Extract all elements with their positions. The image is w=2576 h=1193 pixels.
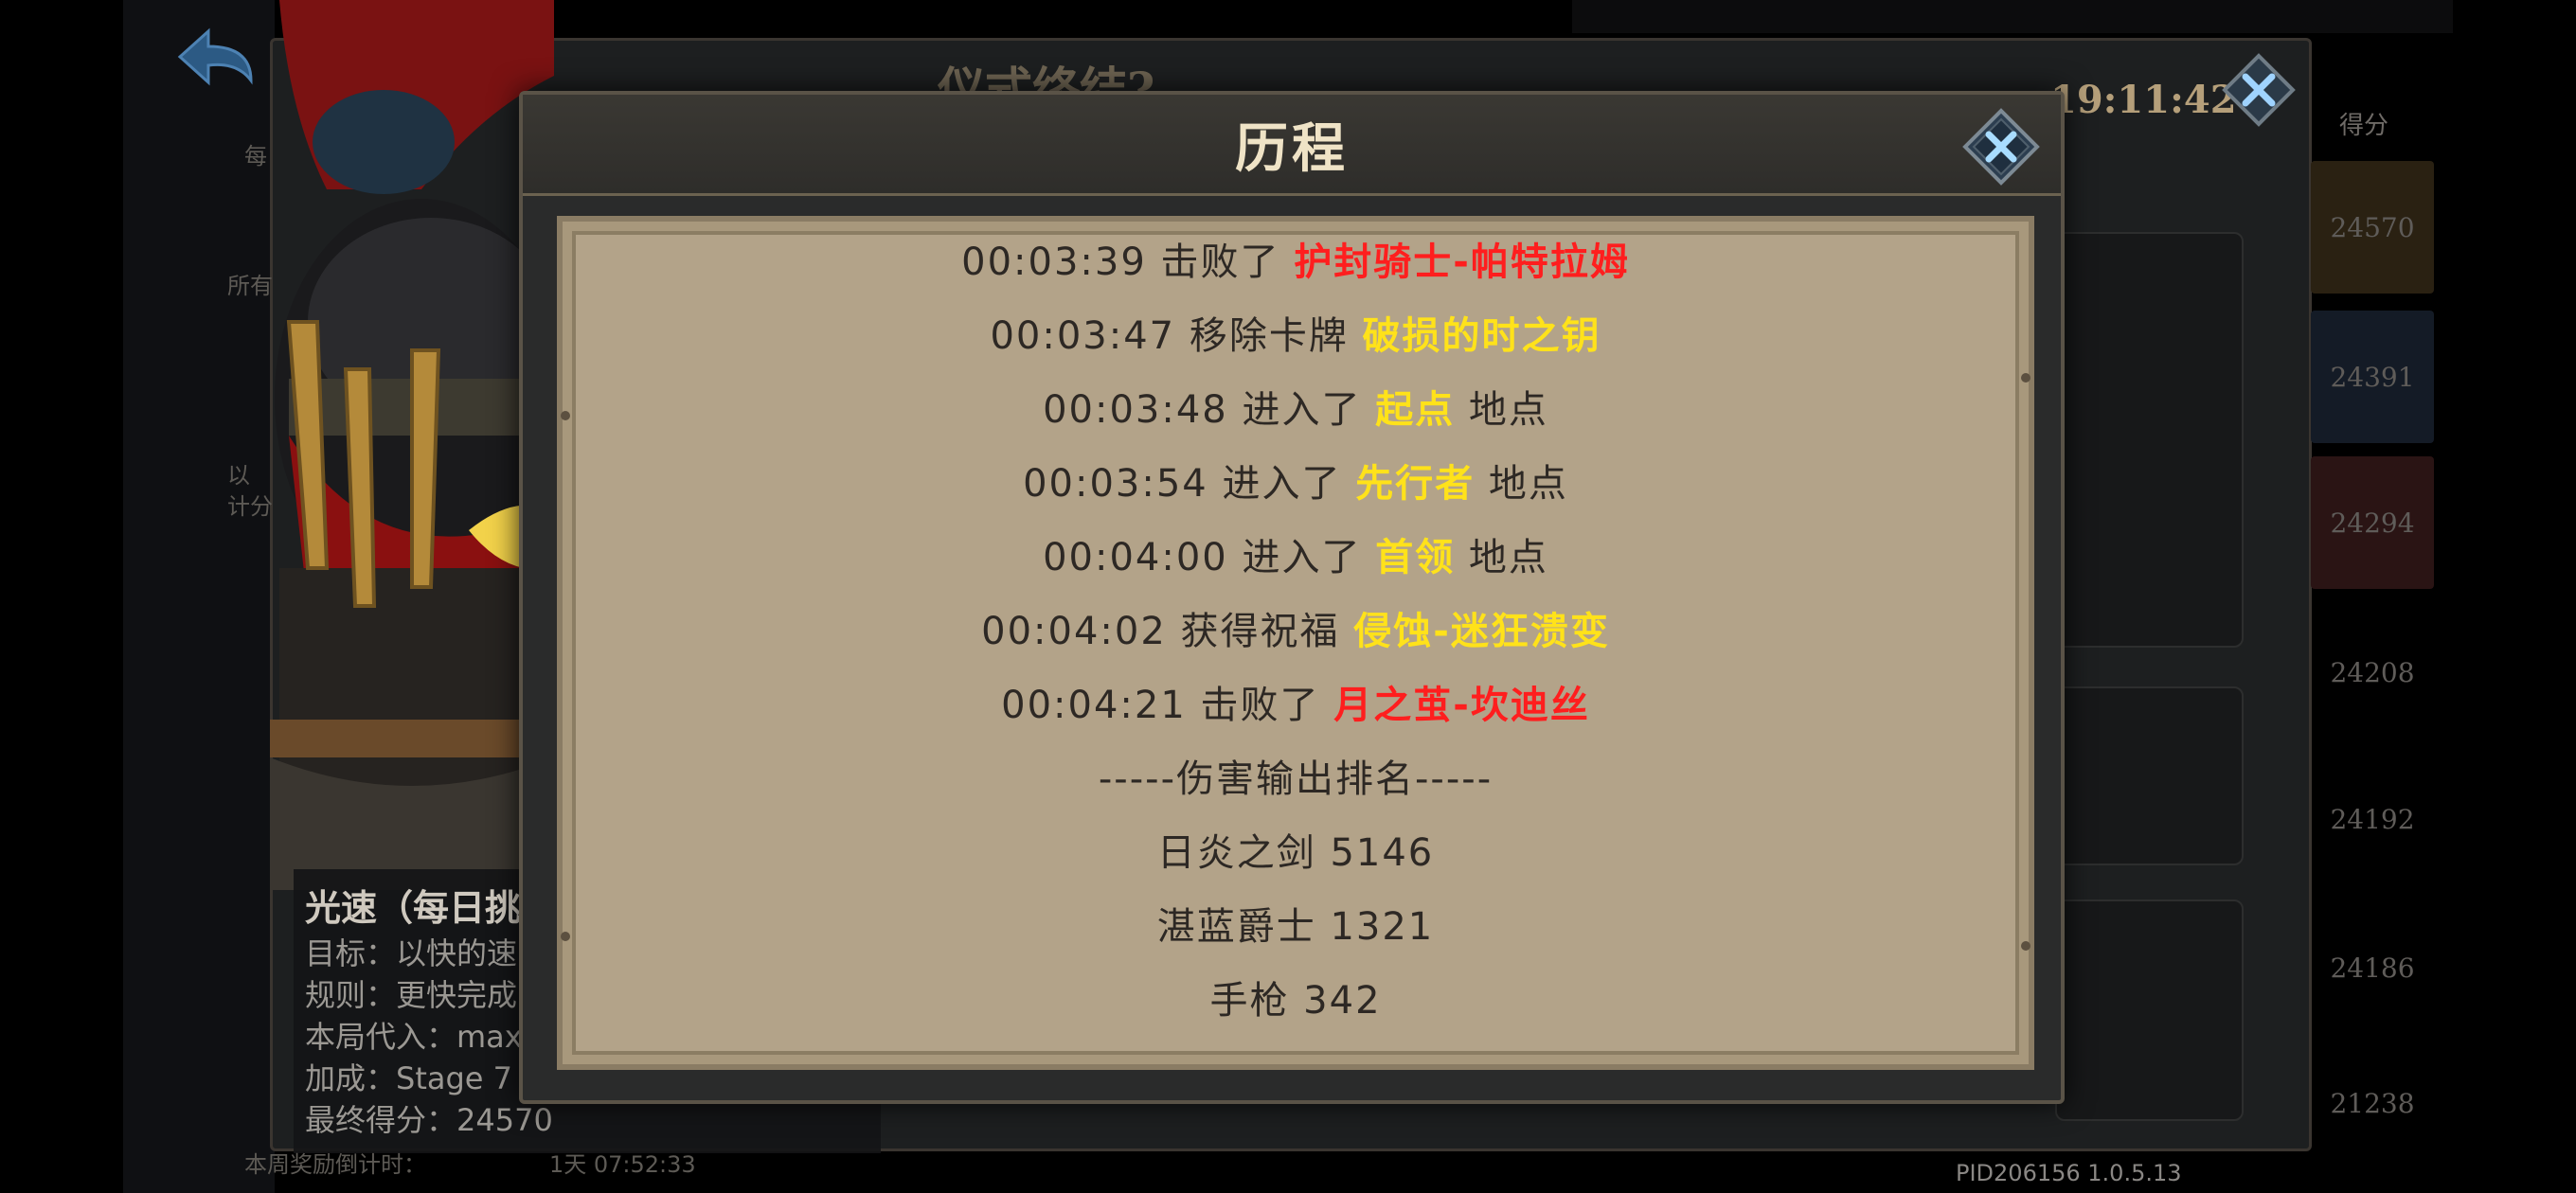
log-action: 进入了 — [1242, 388, 1362, 432]
damage-source-name: 手枪 — [1209, 979, 1290, 1023]
challenge-import: 本局代入：max — [305, 1019, 523, 1055]
log-target: 护封骑士-帕特拉姆 — [1294, 240, 1630, 284]
log-entry: 00:03:48 进入了 起点 地点 — [563, 379, 2029, 434]
challenge-title: 光速（每日挑 — [305, 887, 522, 929]
score-cell: 24192 — [2330, 803, 2415, 835]
log-suffix: 地点 — [1468, 536, 1548, 579]
damage-source-name: 日炎之剑 — [1156, 831, 1316, 875]
log-time: 00:04:00 — [1043, 536, 1228, 579]
log-time: 00:03:48 — [1043, 388, 1228, 432]
side-label: 每 — [244, 143, 267, 169]
log-time: 00:03:39 — [961, 240, 1147, 284]
log-entry: 00:04:21 击败了 月之茧-坎迪丝 — [563, 674, 2029, 729]
log-target: 先行者 — [1355, 462, 1476, 506]
log-entry: 00:03:47 移除卡牌 破损的时之钥 — [563, 305, 2029, 360]
log-action: 击败了 — [1200, 684, 1320, 727]
damage-ranking-row: 日炎之剑 5146 — [563, 822, 2029, 877]
left-menu-strip — [123, 0, 275, 1193]
log-suffix: 地点 — [1488, 462, 1568, 506]
close-icon[interactable] — [1962, 108, 2040, 186]
log-target: 破损的时之钥 — [1362, 314, 1601, 358]
damage-ranking-header: -----伤害输出排名----- — [1098, 757, 1494, 801]
damage-ranking-row: 手枪 342 — [563, 970, 2029, 1024]
log-entry: 00:03:39 击败了 护封骑士-帕特拉姆 — [563, 231, 2029, 286]
challenge-final-score: 最终得分：24570 — [305, 1102, 553, 1138]
log-suffix: 地点 — [1468, 388, 1548, 432]
dialog-title: 历程 — [1235, 117, 1349, 180]
side-label: 计分 — [227, 493, 273, 520]
score-cell: 21238 — [2330, 1087, 2415, 1119]
damage-ranking-row: 湛蓝爵士 1321 — [563, 896, 2029, 951]
dialog-header: 历程 — [523, 95, 2061, 196]
score-cell: 24186 — [2330, 952, 2415, 984]
character-portrait — [270, 0, 568, 947]
back-arrow-icon[interactable] — [170, 24, 265, 99]
log-entry: 00:04:00 进入了 首领 地点 — [563, 526, 2029, 581]
log-action: 进入了 — [1242, 536, 1362, 579]
weekly-countdown-value: 1天 07:52:33 — [549, 1151, 696, 1178]
background-card-slot — [2055, 232, 2244, 648]
log-time: 00:03:47 — [990, 314, 1176, 358]
background-card-slot — [2055, 899, 2244, 1121]
history-dialog: 历程 00:03:39 击败了 护封骑士-帕特拉姆 00:03:47 移除卡牌 … — [519, 91, 2065, 1104]
log-action: 获得祝福 — [1180, 610, 1340, 653]
log-parchment: 00:03:39 击败了 护封骑士-帕特拉姆 00:03:47 移除卡牌 破损的… — [557, 216, 2034, 1070]
log-action: 击败了 — [1160, 240, 1280, 284]
log-time: 00:04:02 — [981, 610, 1167, 653]
score-cell: 24294 — [2311, 456, 2434, 589]
background-card-slot — [2055, 686, 2244, 865]
version-label: PID206156 1.0.5.13 — [1956, 1160, 2182, 1186]
challenge-rule: 规则：更快完成 — [305, 977, 518, 1013]
background-timer: 19:11:42 — [2050, 78, 2237, 122]
side-label: 所有 — [227, 273, 273, 299]
challenge-bonus: 加成：Stage 7 — [305, 1060, 513, 1096]
damage-source-name: 湛蓝爵士 — [1156, 905, 1316, 949]
challenge-target: 目标：以快的速 — [305, 935, 518, 971]
side-label: 以 — [227, 462, 250, 489]
log-target: 首领 — [1375, 536, 1456, 579]
weekly-countdown-label: 本周奖励倒计时： — [244, 1151, 426, 1178]
log-target: 月之茧-坎迪丝 — [1333, 684, 1590, 727]
damage-value: 5146 — [1330, 831, 1435, 875]
score-column-header: 得分 — [2339, 112, 2389, 140]
log-action: 进入了 — [1222, 462, 1342, 506]
log-entry: 00:04:02 获得祝福 侵蚀-迷狂溃变 — [563, 600, 2029, 655]
log-target: 侵蚀-迷狂溃变 — [1353, 610, 1610, 653]
log-target: 起点 — [1375, 388, 1456, 432]
log-time: 00:04:21 — [1001, 684, 1187, 727]
damage-value: 342 — [1303, 979, 1382, 1023]
score-cell: 24391 — [2311, 311, 2434, 443]
background-close-icon[interactable] — [2221, 52, 2297, 128]
damage-value: 1321 — [1330, 905, 1435, 949]
score-cell: 24570 — [2311, 161, 2434, 294]
log-entry: 00:03:54 进入了 先行者 地点 — [563, 453, 2029, 507]
log-time: 00:03:54 — [1023, 462, 1208, 506]
top-strip — [1572, 0, 2453, 33]
log-action: 移除卡牌 — [1189, 314, 1349, 358]
score-cell: 24208 — [2330, 656, 2415, 688]
